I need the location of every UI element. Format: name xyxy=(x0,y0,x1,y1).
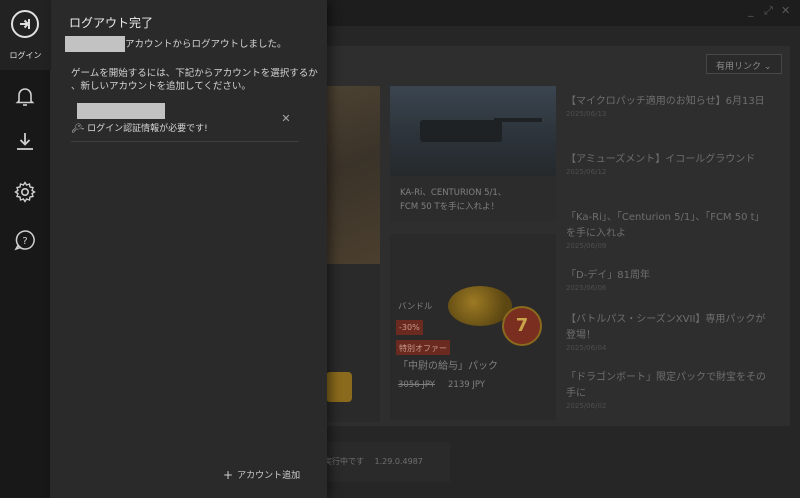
masked-account-name xyxy=(65,36,125,52)
login-icon xyxy=(11,10,39,38)
news-title: 「ドラゴンボート」限定パックで財宝をその手に xyxy=(566,372,766,399)
news-date: 2025/06/06 xyxy=(566,284,607,292)
nav-rail: ログイン ? xyxy=(0,0,51,498)
medal-badge: 7 xyxy=(502,306,542,346)
flyout-title: ログアウト完了 xyxy=(69,16,154,30)
bundle-price: 2139 JPY xyxy=(448,380,485,390)
news-title: 【バトルパス・シーズンXVII】専用パックが登場！ xyxy=(566,314,766,341)
promo-card-tanks-line1: KA-Ri、CENTURION 5/1、 xyxy=(400,188,507,198)
instructions-line2: 、新しいアカウントを追加してください。 xyxy=(71,81,251,92)
bundle-title: 「中尉の給与」パック xyxy=(398,361,498,372)
news-title: 「D-デイ」81周年 xyxy=(566,270,651,281)
news-date: 2025/06/12 xyxy=(566,168,607,176)
login-button[interactable]: ログイン xyxy=(0,0,51,70)
news-date: 2025/06/09 xyxy=(566,242,607,250)
news-item[interactable]: 【マイクロパッチ適用のお知らせ】6月13日 2025/06/13 xyxy=(566,94,766,118)
news-title: 【アミューズメント】イコールグラウンド xyxy=(566,154,756,165)
discount-badge: -30% xyxy=(396,320,423,335)
promo-card-image[interactable] xyxy=(318,86,380,264)
account-row[interactable]: ✕ 🔑︎- ログイン認証情報が必要です! xyxy=(71,100,299,142)
news-date: 2025/06/02 xyxy=(566,402,607,410)
useful-links-button[interactable]: 有用リンク ⌄ xyxy=(706,54,782,74)
login-label: ログイン xyxy=(9,51,42,60)
special-offer-badge: 特別オファー xyxy=(396,340,450,355)
download-icon[interactable] xyxy=(13,130,37,154)
logout-flyout: ログアウト完了 アカウントからログアウトしました。 ゲームを開始するには、下記か… xyxy=(51,0,327,498)
bell-icon[interactable] xyxy=(13,84,37,108)
masked-account-entry xyxy=(77,103,165,119)
lock-icon xyxy=(326,372,352,402)
news-item[interactable]: 【アミューズメント】イコールグラウンド 2025/06/12 xyxy=(566,152,766,176)
plus-icon: + xyxy=(223,468,234,482)
svg-text:?: ? xyxy=(22,236,27,247)
tank-gun xyxy=(494,118,542,122)
game-version: 1.29.0.4987 xyxy=(374,457,423,466)
promo-card-bundle[interactable]: 7 バンドル -30% 特別オファー 「中尉の給与」パック 3056 JPY 2… xyxy=(390,234,556,420)
news-date: 2025/06/04 xyxy=(566,344,607,352)
bundle-old-price: 3056 JPY xyxy=(398,380,435,390)
instructions-line1: ゲームを開始するには、下記からアカウントを選択するか xyxy=(71,68,318,79)
game-status-bar: を実行中です 1.29.0.4987 xyxy=(310,442,450,482)
news-item[interactable]: 「ドラゴンボート」限定パックで財宝をその手に 2025/06/02 xyxy=(566,370,766,410)
news-item[interactable]: 【バトルパス・シーズンXVII】専用パックが登場！ 2025/06/04 xyxy=(566,312,766,352)
gear-icon[interactable] xyxy=(13,180,37,204)
bundle-label: バンドル xyxy=(398,302,433,312)
tank-image xyxy=(420,120,502,142)
key-icon: 🔑︎ xyxy=(71,124,83,134)
maximize-icon[interactable]: ⤢ xyxy=(764,4,773,18)
promo-card-tanks[interactable]: KA-Ri、CENTURION 5/1、 FCM 50 Tを手に入れよ！ xyxy=(390,86,556,222)
news-item[interactable]: 「D-デイ」81周年 2025/06/06 xyxy=(566,268,766,292)
remove-account-icon[interactable]: ✕ xyxy=(279,112,293,126)
add-account-label: アカウント追加 xyxy=(237,471,301,481)
news-title: 「Ka-Ri」、「Centurion 5/1」、「FCM 50 t」を手に入れよ xyxy=(566,212,765,239)
news-date: 2025/06/13 xyxy=(566,110,607,118)
promo-card-tanks-line2: FCM 50 Tを手に入れよ！ xyxy=(400,202,500,212)
logout-message: アカウントからログアウトしました。 xyxy=(125,39,287,50)
news-item[interactable]: 「Ka-Ri」、「Centurion 5/1」、「FCM 50 t」を手に入れよ… xyxy=(566,210,766,250)
help-chat-icon[interactable]: ? xyxy=(13,228,37,252)
auth-required-text: - ログイン認証情報が必要です! xyxy=(81,124,208,134)
auth-required-warning: 🔑︎- ログイン認証情報が必要です! xyxy=(71,121,208,134)
minimize-icon[interactable]: _ xyxy=(748,4,754,17)
add-account-button[interactable]: + アカウント追加 xyxy=(223,468,300,482)
promo-card-tanks-image xyxy=(390,86,556,176)
close-window-icon[interactable]: ✕ xyxy=(781,4,790,17)
news-title: 【マイクロパッチ適用のお知らせ】6月13日 xyxy=(566,96,765,107)
